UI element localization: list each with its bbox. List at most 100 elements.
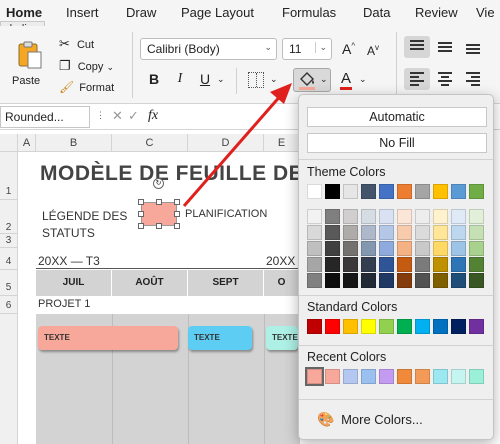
theme-color-swatch[interactable]	[469, 184, 484, 199]
font-color-button[interactable]: A	[340, 70, 353, 90]
resize-handle[interactable]	[174, 211, 180, 217]
recent-color-swatch[interactable]	[451, 369, 466, 384]
recent-color-swatch[interactable]	[433, 369, 448, 384]
theme-shade-swatch[interactable]	[397, 209, 412, 224]
row-header-7[interactable]	[0, 314, 18, 444]
theme-shade-swatch[interactable]	[361, 225, 376, 240]
tab-formulas[interactable]: Formulas	[282, 5, 336, 20]
theme-shade-swatch[interactable]	[307, 225, 322, 240]
standard-color-swatch[interactable]	[397, 319, 412, 334]
standard-color-swatch[interactable]	[343, 319, 358, 334]
more-colors-button[interactable]: 🎨 More Colors...	[317, 411, 423, 428]
theme-shade-swatch[interactable]	[307, 273, 322, 288]
month-header-sept[interactable]: SEPT	[188, 270, 264, 296]
font-name-select[interactable]: Calibri (Body) ⌄	[140, 38, 277, 60]
theme-shade-swatch[interactable]	[397, 225, 412, 240]
row-header-5[interactable]: 5	[0, 270, 18, 296]
confirm-icon[interactable]: ✓	[128, 108, 139, 124]
recent-color-swatch[interactable]	[361, 369, 376, 384]
theme-shade-swatch[interactable]	[343, 241, 358, 256]
standard-color-swatch[interactable]	[379, 319, 394, 334]
italic-button[interactable]: I	[172, 71, 188, 87]
theme-shade-swatch[interactable]	[379, 225, 394, 240]
theme-shade-swatch[interactable]	[451, 273, 466, 288]
chevron-down-icon[interactable]: ⌄	[217, 74, 225, 85]
resize-handle[interactable]	[138, 223, 144, 229]
theme-color-swatch[interactable]	[325, 184, 340, 199]
fx-icon[interactable]: fx	[148, 108, 158, 124]
column-header-a[interactable]: A	[18, 134, 36, 152]
standard-color-swatch[interactable]	[433, 319, 448, 334]
month-header-oct[interactable]: O	[264, 270, 300, 296]
theme-shade-swatch[interactable]	[307, 209, 322, 224]
theme-shade-swatch[interactable]	[379, 273, 394, 288]
theme-shade-swatch[interactable]	[415, 225, 430, 240]
standard-color-swatch[interactable]	[469, 319, 484, 334]
cut-button[interactable]: ✂ Cut	[59, 36, 94, 52]
column-header-e[interactable]: E	[264, 134, 300, 152]
theme-shade-swatch[interactable]	[325, 273, 340, 288]
theme-shade-swatch[interactable]	[325, 209, 340, 224]
theme-color-swatch[interactable]	[379, 184, 394, 199]
row-header-6[interactable]: 6	[0, 296, 18, 314]
theme-shade-swatch[interactable]	[451, 241, 466, 256]
theme-shade-swatch[interactable]	[325, 225, 340, 240]
align-middle-button[interactable]	[432, 36, 458, 58]
task-pill-teal[interactable]: TEXTE	[266, 326, 298, 350]
recent-color-swatch[interactable]	[469, 369, 484, 384]
theme-shade-swatch[interactable]	[379, 209, 394, 224]
align-top-button[interactable]	[404, 36, 430, 58]
theme-shade-swatch[interactable]	[415, 241, 430, 256]
theme-shade-swatch[interactable]	[361, 241, 376, 256]
theme-shade-swatch[interactable]	[451, 209, 466, 224]
project-label[interactable]: PROJET 1	[38, 298, 90, 310]
theme-shade-swatch[interactable]	[451, 257, 466, 272]
planification-label[interactable]: PLANIFICATION	[185, 208, 267, 220]
theme-shade-swatch[interactable]	[397, 273, 412, 288]
align-right-button[interactable]	[460, 68, 486, 90]
select-all-corner[interactable]	[0, 134, 18, 152]
row-header-4[interactable]: 4	[0, 248, 18, 270]
tab-insert[interactable]: Insert	[66, 5, 99, 20]
column-header-d[interactable]: D	[188, 134, 264, 152]
chevron-down-icon[interactable]: ⌄	[359, 74, 367, 85]
theme-color-swatch[interactable]	[361, 184, 376, 199]
standard-color-swatch[interactable]	[451, 319, 466, 334]
recent-color-swatch[interactable]	[379, 369, 394, 384]
theme-shade-swatch[interactable]	[469, 241, 484, 256]
align-bottom-button[interactable]	[460, 36, 486, 58]
period-label-next[interactable]: 20XX	[266, 254, 295, 268]
recent-color-swatch[interactable]	[305, 367, 324, 386]
theme-shade-swatch[interactable]	[343, 209, 358, 224]
theme-color-swatch[interactable]	[397, 184, 412, 199]
theme-shade-swatch[interactable]	[433, 209, 448, 224]
align-center-button[interactable]	[432, 68, 458, 90]
tab-review[interactable]: Review	[415, 5, 458, 20]
theme-shade-swatch[interactable]	[469, 273, 484, 288]
name-box[interactable]: Rounded...	[0, 106, 90, 128]
theme-color-swatch[interactable]	[307, 184, 322, 199]
recent-color-swatch[interactable]	[343, 369, 358, 384]
standard-color-swatch[interactable]	[325, 319, 340, 334]
theme-shade-swatch[interactable]	[307, 241, 322, 256]
theme-shade-swatch[interactable]	[379, 241, 394, 256]
theme-shade-swatch[interactable]	[325, 241, 340, 256]
font-size-select[interactable]: 11 ⌄	[282, 38, 332, 60]
column-header-b[interactable]: B	[36, 134, 112, 152]
tab-home[interactable]: Home	[6, 5, 42, 20]
theme-shade-swatch[interactable]	[433, 225, 448, 240]
theme-shade-swatch[interactable]	[433, 241, 448, 256]
increase-font-button[interactable]: A^	[342, 41, 355, 57]
theme-shade-swatch[interactable]	[415, 257, 430, 272]
tab-page-layout[interactable]: Page Layout	[181, 5, 254, 20]
theme-shade-swatch[interactable]	[325, 257, 340, 272]
theme-color-swatch[interactable]	[415, 184, 430, 199]
row-header-2[interactable]: 2	[0, 200, 18, 234]
theme-shade-swatch[interactable]	[379, 257, 394, 272]
rotate-handle[interactable]: ↻	[153, 178, 164, 189]
recent-color-swatch[interactable]	[325, 369, 340, 384]
automatic-button[interactable]: Automatic	[307, 107, 487, 127]
row-header-3[interactable]: 3	[0, 234, 18, 248]
theme-shade-swatch[interactable]	[343, 225, 358, 240]
theme-shade-swatch[interactable]	[361, 209, 376, 224]
